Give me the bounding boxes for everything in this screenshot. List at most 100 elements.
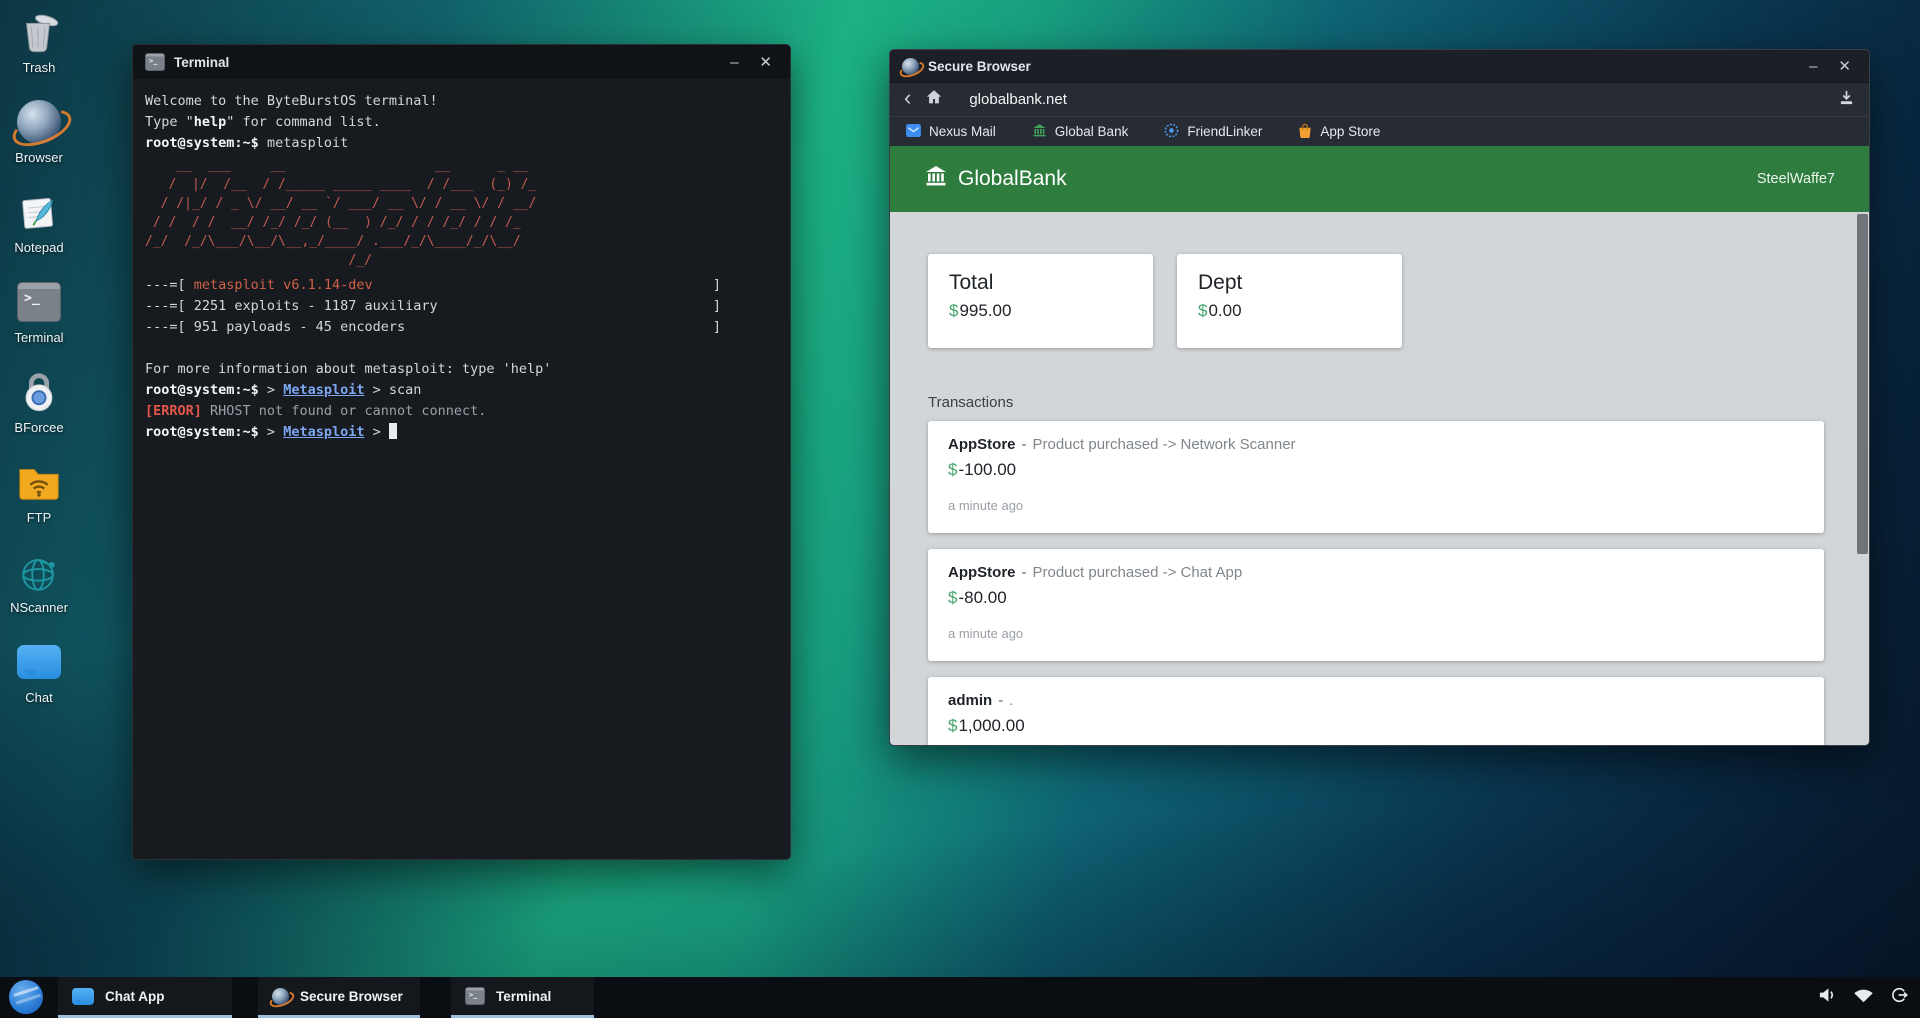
terminal-line-welcome: Welcome to the ByteBurstOS terminal! [145, 91, 778, 112]
desktop-icon-label: Browser [2, 150, 76, 165]
transactions-heading: Transactions [928, 394, 1817, 411]
desktop-icon-bforcee[interactable]: BForcee [2, 368, 76, 435]
banner-version-line: ---=[ metasploit v6.1.14-dev] [145, 275, 721, 296]
desktop-icon-notepad[interactable]: Notepad [2, 188, 76, 255]
metasploit-module-link[interactable]: Metasploit [283, 382, 364, 398]
desktop-icon-terminal[interactable]: >_ Terminal [2, 278, 76, 345]
banner-payloads-line: ---=[ 951 payloads - 45 encoders] [145, 317, 721, 338]
transactions-list: AppStore-Product purchased -> Network Sc… [928, 421, 1824, 745]
banner-exploits-line: ---=[ 2251 exploits - 1187 auxiliary] [145, 296, 721, 317]
wifi-icon[interactable] [1853, 988, 1874, 1008]
transaction-time: a minute ago [948, 626, 1804, 641]
minimize-button[interactable]: – [724, 53, 744, 72]
desktop-icon-chat[interactable]: Chat [2, 638, 76, 705]
desktop-icon-label: BForcee [2, 420, 76, 435]
terminal-output[interactable]: Welcome to the ByteBurstOS terminal! Typ… [133, 79, 790, 455]
terminal-prompt-line[interactable]: root@system:~$ > Metasploit > [145, 422, 778, 443]
dept-amount: 0.00 [1208, 301, 1241, 320]
bank-header: GlobalBank SteelWaffe7 [890, 146, 1869, 212]
desktop-icon-browser[interactable]: Browser [2, 98, 76, 165]
minimize-button[interactable]: – [1803, 57, 1823, 76]
chat-bubble-icon [15, 638, 63, 686]
terminal-window-title: Terminal [174, 55, 715, 70]
volume-icon[interactable] [1818, 987, 1837, 1008]
terminal-line-help: Type "help" for command list. [145, 112, 778, 133]
terminal-titlebar[interactable]: >_ Terminal – ✕ [133, 45, 790, 79]
metasploit-ascii-banner: __ ___ __ __ _ __ / |/ /__ / /_____ ____… [145, 156, 778, 270]
folder-wifi-icon [15, 458, 63, 506]
trash-icon [15, 8, 63, 56]
bookmark-global-bank[interactable]: Global Bank [1032, 123, 1129, 141]
transaction-row[interactable]: admin-. $1,000.00 a minute ago [928, 677, 1824, 745]
browser-globe-icon [272, 988, 289, 1005]
total-amount: 995.00 [959, 301, 1011, 320]
power-icon[interactable] [1890, 986, 1908, 1009]
bank-page: GlobalBank SteelWaffe7 Total $995.00 Dep… [890, 146, 1869, 745]
taskbar: Chat App Secure Browser >_ Terminal [0, 977, 1920, 1018]
notepad-icon [15, 188, 63, 236]
browser-globe-icon [15, 98, 63, 146]
total-balance-card: Total $995.00 [928, 254, 1153, 348]
back-button[interactable]: ‹ [904, 87, 911, 109]
dept-balance-card: Dept $0.00 [1177, 254, 1402, 348]
scrollbar-thumb[interactable] [1857, 214, 1868, 554]
desktop-icon-trash[interactable]: Trash [2, 8, 76, 75]
terminal-window: >_ Terminal – ✕ Welcome to the ByteBurst… [132, 44, 791, 860]
transaction-amount: -100.00 [958, 460, 1016, 479]
close-button[interactable]: ✕ [1832, 57, 1857, 76]
download-icon[interactable] [1838, 89, 1855, 111]
terminal-icon: >_ [145, 53, 165, 71]
shopping-bag-icon [1298, 123, 1312, 141]
balance-cards: Total $995.00 Dept $0.00 [928, 254, 1817, 348]
taskbar-item-terminal[interactable]: >_ Terminal [451, 977, 594, 1018]
bank-brand: GlobalBank [924, 164, 1757, 194]
currency-symbol: $ [949, 301, 958, 320]
start-button[interactable] [9, 980, 43, 1014]
system-tray [1818, 977, 1908, 1018]
currency-symbol: $ [948, 460, 957, 479]
browser-globe-icon [902, 58, 919, 75]
page-scrollbar[interactable] [1856, 212, 1869, 745]
desktop-icon-label: Notepad [2, 240, 76, 255]
bookmark-friendlinker[interactable]: FriendLinker [1164, 123, 1262, 141]
currency-symbol: $ [948, 716, 957, 735]
currency-symbol: $ [948, 588, 957, 607]
desktop-icon-label: Trash [2, 60, 76, 75]
address-bar[interactable]: globalbank.net [969, 91, 1824, 108]
target-circle-icon [1164, 123, 1179, 141]
transaction-row[interactable]: AppStore-Product purchased -> Network Sc… [928, 421, 1824, 533]
transaction-amount: -80.00 [958, 588, 1006, 607]
network-scan-icon [15, 548, 63, 596]
desktop-icon-nscanner[interactable]: NScanner [2, 548, 76, 615]
taskbar-item-secure-browser[interactable]: Secure Browser [258, 977, 420, 1018]
bookmark-nexus-mail[interactable]: Nexus Mail [906, 124, 996, 140]
text-cursor [389, 423, 397, 439]
browser-titlebar[interactable]: Secure Browser – ✕ [890, 50, 1869, 82]
currency-symbol: $ [1198, 301, 1207, 320]
transaction-amount: 1,000.00 [958, 716, 1024, 735]
bank-icon [924, 164, 948, 194]
bank-brand-name: GlobalBank [958, 167, 1067, 191]
terminal-line-command: root@system:~$ metasploit [145, 133, 778, 154]
transaction-row[interactable]: AppStore-Product purchased -> Chat App $… [928, 549, 1824, 661]
close-button[interactable]: ✕ [753, 53, 778, 72]
desktop-icon-label: Terminal [2, 330, 76, 345]
desktop: Trash Browser Notepad >_ Terminal BForce… [0, 0, 1920, 1018]
desktop-icon-label: NScanner [2, 600, 76, 615]
desktop-icon-label: FTP [2, 510, 76, 525]
terminal-icon: >_ [15, 278, 63, 326]
terminal-line-error: [ERROR] RHOST not found or cannot connec… [145, 401, 778, 422]
terminal-line-scan: root@system:~$ > Metasploit > scan [145, 380, 778, 401]
desktop-icon-label: Chat [2, 690, 76, 705]
desktop-icon-ftp[interactable]: FTP [2, 458, 76, 525]
metasploit-module-link[interactable]: Metasploit [283, 424, 364, 440]
bookmarks-bar: Nexus Mail Global Bank FriendLinker App … [890, 116, 1869, 146]
logged-in-username[interactable]: SteelWaffe7 [1757, 171, 1835, 187]
bank-icon [1032, 123, 1047, 141]
taskbar-item-chat-app[interactable]: Chat App [58, 977, 232, 1018]
browser-window: Secure Browser – ✕ ‹ globalbank.net Nexu… [889, 49, 1870, 746]
home-button[interactable] [925, 88, 943, 111]
bookmark-app-store[interactable]: App Store [1298, 123, 1380, 141]
terminal-line-info: For more information about metasploit: t… [145, 359, 778, 380]
browser-window-title: Secure Browser [928, 59, 1794, 74]
